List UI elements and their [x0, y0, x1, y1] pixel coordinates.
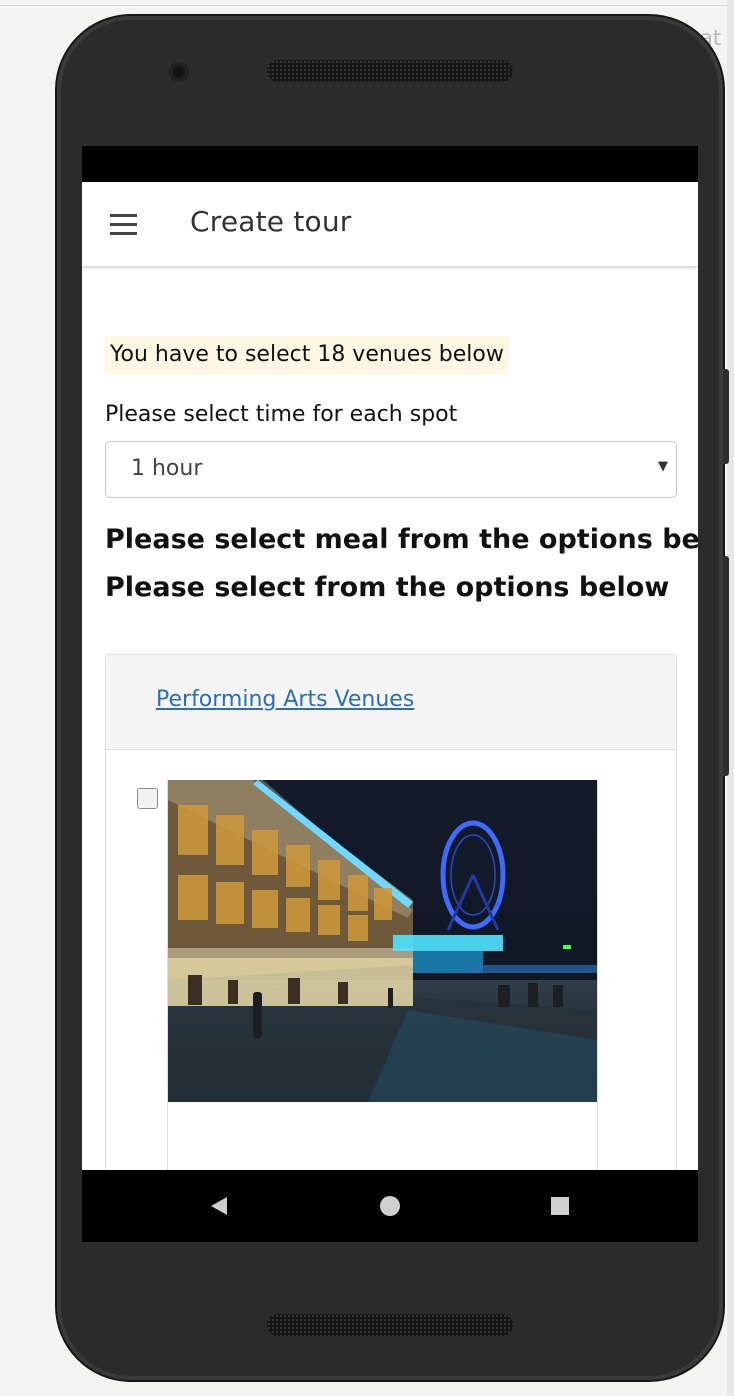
- venue-count-notice: You have to select 18 venues below: [105, 336, 509, 374]
- scroll-content[interactable]: You have to select 18 venues below Pleas…: [82, 266, 698, 1170]
- status-bar: [82, 146, 698, 182]
- circle-home-icon[interactable]: [360, 1170, 420, 1242]
- app-bar: Create tour: [82, 182, 698, 266]
- bottom-speaker-grille: [267, 1314, 513, 1336]
- phone-screen: Create tour You have to select 18 venues…: [82, 146, 698, 1242]
- panel-heading: Performing Arts Venues: [106, 655, 676, 750]
- phone-volume-button: [723, 556, 729, 776]
- time-select-value: 1 hour: [131, 456, 203, 481]
- meal-heading: Please select meal from the options belo…: [105, 524, 698, 555]
- phone-power-button: [723, 369, 729, 464]
- top-speaker-grille: [267, 60, 513, 82]
- time-select-label: Please select time for each spot: [105, 402, 458, 427]
- dropdown-arrow-icon: ▼: [658, 459, 668, 474]
- venue-photo: [168, 780, 597, 1102]
- options-heading: Please select from the options below: [105, 572, 670, 603]
- triangle-back-icon[interactable]: [189, 1170, 249, 1242]
- square-recents-icon[interactable]: [530, 1170, 590, 1242]
- venue-card[interactable]: [167, 780, 598, 1170]
- hamburger-menu-icon[interactable]: [108, 214, 138, 235]
- venue-select-checkbox[interactable]: [137, 788, 158, 809]
- venue-category-panel: Performing Arts Venues: [105, 654, 677, 1170]
- android-nav-bar: [82, 1170, 698, 1242]
- front-camera: [169, 62, 189, 82]
- page-title: Create tour: [190, 205, 352, 238]
- category-link-performing-arts[interactable]: Performing Arts Venues: [156, 687, 414, 712]
- window-top-divider: [0, 5, 734, 6]
- time-per-spot-select[interactable]: 1 hour ▼: [105, 441, 677, 498]
